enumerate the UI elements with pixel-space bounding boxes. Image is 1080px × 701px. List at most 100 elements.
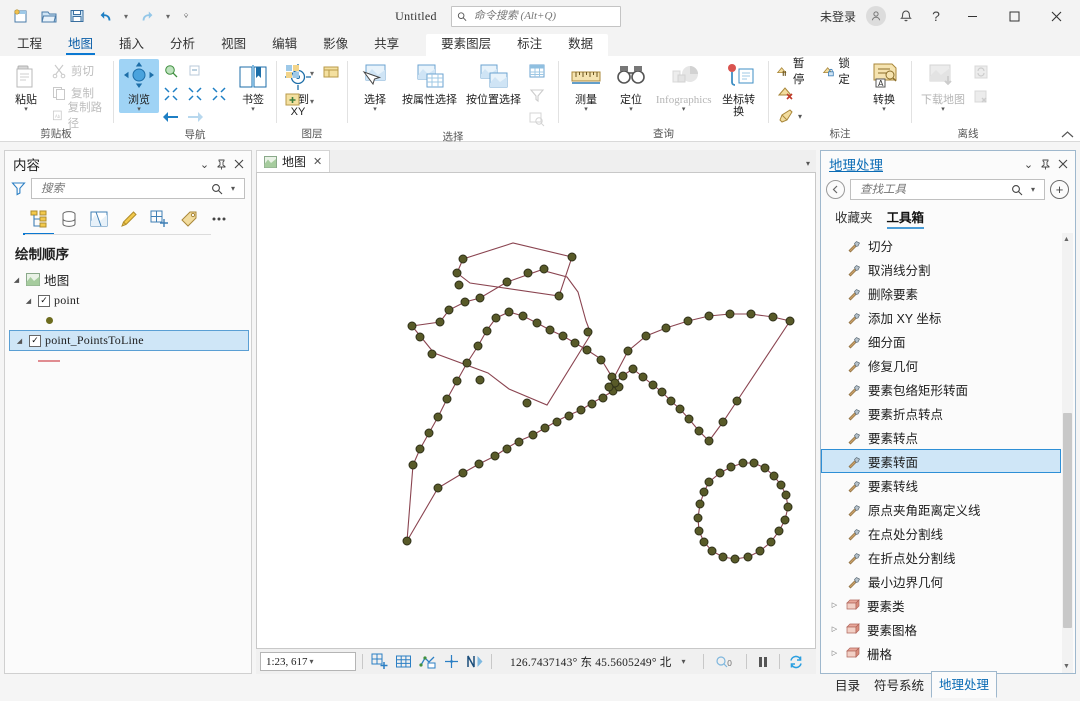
zoom-out-arrows-icon[interactable] xyxy=(184,83,206,105)
save-project-icon[interactable] xyxy=(64,4,90,28)
zoom-in-arrows-icon[interactable] xyxy=(160,83,182,105)
clear-labels-icon[interactable] xyxy=(774,82,798,104)
tool-item[interactable]: 细分面 xyxy=(821,329,1061,353)
explore-dropdown-icon[interactable]: ▾ xyxy=(137,106,141,113)
ribbon-tab-feature-layer[interactable]: 要素图层 xyxy=(428,31,504,56)
expander-icon[interactable]: ◢ xyxy=(14,335,25,346)
ribbon-tab-analysis[interactable]: 分析 xyxy=(157,31,208,56)
contents-menu-icon[interactable]: ⌄ xyxy=(196,156,213,173)
tool-item[interactable]: ▷ 要素图格 xyxy=(821,617,1061,641)
tab-list-dropdown-icon[interactable]: ▾ xyxy=(806,159,810,168)
labeling-icon[interactable] xyxy=(175,206,202,231)
coordinate-conversion-button[interactable]: 坐标转换 xyxy=(714,59,763,118)
refresh-icon[interactable] xyxy=(786,652,806,672)
command-search-box[interactable] xyxy=(450,5,621,27)
paste-button[interactable]: 粘贴 ▾ xyxy=(4,59,48,113)
tool-item[interactable]: 要素转线 xyxy=(821,473,1061,497)
command-search-input[interactable] xyxy=(471,9,615,23)
tool-item[interactable]: ▷ 要素类 xyxy=(821,593,1061,617)
collapse-ribbon-icon[interactable] xyxy=(1061,130,1074,139)
account-button[interactable] xyxy=(862,3,890,29)
zoom-to-selection-icon[interactable] xyxy=(526,108,548,130)
new-project-icon[interactable] xyxy=(8,4,34,28)
attribute-table-icon[interactable] xyxy=(526,60,548,82)
pause-drawing-icon[interactable] xyxy=(753,652,773,672)
download-map-button[interactable]: 下载地图 ▾ xyxy=(917,59,969,113)
locate-button[interactable]: 定位 ▾ xyxy=(609,59,653,113)
scroll-down-icon[interactable]: ▼ xyxy=(1061,660,1072,673)
ribbon-tab-data[interactable]: 数据 xyxy=(555,31,606,56)
scale-dropdown-icon[interactable]: ▾ xyxy=(310,657,354,666)
undo-dropdown-icon[interactable]: ▾ xyxy=(120,4,132,28)
expander-icon[interactable]: ◢ xyxy=(23,295,34,306)
ribbon-tab-map[interactable]: 地图 xyxy=(55,31,106,56)
map-canvas[interactable] xyxy=(256,172,816,649)
editing-icon[interactable] xyxy=(115,206,142,231)
tool-item[interactable]: 在折点处分割线 xyxy=(821,545,1061,569)
toc-row-point-pointstoline[interactable]: ◢ ✓ point_PointsToLine xyxy=(9,330,249,351)
select-by-attribute-button[interactable]: 按属性选择 xyxy=(398,59,461,106)
toc-row-point[interactable]: ◢ ✓ point xyxy=(5,290,251,311)
ribbon-tab-labeling[interactable]: 标注 xyxy=(504,31,555,56)
select-button[interactable]: 选择 ▾ xyxy=(353,59,397,113)
tool-item[interactable]: 取消线分割 xyxy=(821,257,1061,281)
bottom-tab-geoprocessing[interactable]: 地理处理 xyxy=(931,671,998,698)
notifications-icon[interactable] xyxy=(892,3,920,29)
snapping-toggle-icon[interactable] xyxy=(417,652,437,672)
ribbon-tab-view[interactable]: 视图 xyxy=(208,31,259,56)
tool-list[interactable]: 切分 取消线分割 删除要素 添加 XY 坐标 细分面 修复几何 要素包络矩形转面 要素折点转点… xyxy=(821,233,1075,673)
more-options-icon[interactable] xyxy=(205,206,232,231)
tool-search-input[interactable] xyxy=(858,182,1009,197)
contents-search-dropdown-icon[interactable]: ▾ xyxy=(225,181,241,197)
layer-visibility-checkbox-line[interactable]: ✓ xyxy=(29,334,41,347)
bottom-tab-symbology[interactable]: 符号系统 xyxy=(867,673,931,698)
label-style-icon[interactable] xyxy=(774,105,798,127)
help-icon[interactable]: ? xyxy=(922,3,950,29)
geoprocessing-close-icon[interactable] xyxy=(1054,156,1071,173)
paste-dropdown-icon[interactable]: ▾ xyxy=(24,106,28,113)
tool-item[interactable]: ▷ 栅格 xyxy=(821,641,1061,665)
expander-icon[interactable]: ▷ xyxy=(829,648,840,659)
fixed-zoom-out-icon[interactable] xyxy=(184,60,206,82)
download-map-dropdown-icon[interactable]: ▾ xyxy=(941,106,945,113)
tool-item[interactable]: 要素转面 xyxy=(821,449,1061,473)
ribbon-tab-insert[interactable]: 插入 xyxy=(106,31,157,56)
copy-path-button[interactable]: Ab 复制路径 xyxy=(49,102,108,130)
convert-labels-button[interactable]: A 转换 ▾ xyxy=(862,59,906,113)
filter-icon[interactable] xyxy=(11,181,26,196)
lock-labeling-button[interactable]: 锁定 xyxy=(820,58,862,86)
north-arrow-icon[interactable] xyxy=(465,652,485,672)
tool-search-box[interactable]: ▾ xyxy=(850,179,1045,200)
contents-pin-icon[interactable] xyxy=(213,156,230,173)
tool-item[interactable]: 修复几何 xyxy=(821,353,1061,377)
contents-search-box[interactable]: ▾ xyxy=(31,178,245,199)
ribbon-tab-imagery[interactable]: 影像 xyxy=(310,31,361,56)
sync-icon[interactable] xyxy=(970,61,992,83)
bookmarks-dropdown-icon[interactable]: ▾ xyxy=(251,106,255,113)
explore-button[interactable]: 浏览 ▾ xyxy=(119,59,159,113)
full-extent-icon[interactable] xyxy=(208,83,230,105)
contents-close-icon[interactable] xyxy=(230,156,247,173)
tool-item[interactable]: 添加 XY 坐标 xyxy=(821,305,1061,329)
tool-item[interactable]: 删除要素 xyxy=(821,281,1061,305)
open-project-icon[interactable] xyxy=(36,4,62,28)
redo-icon[interactable] xyxy=(134,4,160,28)
maximize-button[interactable] xyxy=(994,1,1034,31)
expander-icon[interactable]: ◢ xyxy=(11,274,22,285)
crosshair-icon[interactable] xyxy=(441,652,461,672)
map-tab-close-icon[interactable]: ✕ xyxy=(313,155,322,168)
selection-count-indicator[interactable]: 0 xyxy=(710,652,740,672)
tool-item[interactable]: 原点夹角距离定义线 xyxy=(821,497,1061,521)
infographics-button[interactable]: Infographics ▾ xyxy=(654,59,713,113)
tool-item[interactable]: 要素包络矩形转面 xyxy=(821,377,1061,401)
cut-button[interactable]: 剪切 xyxy=(49,60,108,81)
add-data-dropdown-icon[interactable]: ▾ xyxy=(306,89,318,113)
coordinate-units-dropdown-icon[interactable]: ▾ xyxy=(681,657,685,666)
ribbon-tab-project[interactable]: 工程 xyxy=(4,31,55,56)
grid-table-icon[interactable] xyxy=(393,652,413,672)
snapping-icon[interactable] xyxy=(145,206,172,231)
measure-dropdown-icon[interactable]: ▾ xyxy=(584,106,588,113)
gp-tab-favorites[interactable]: 收藏夹 xyxy=(835,207,873,229)
toc-row-map[interactable]: ◢ 地图 xyxy=(5,269,251,290)
toc-symbol-line[interactable] xyxy=(5,351,251,370)
